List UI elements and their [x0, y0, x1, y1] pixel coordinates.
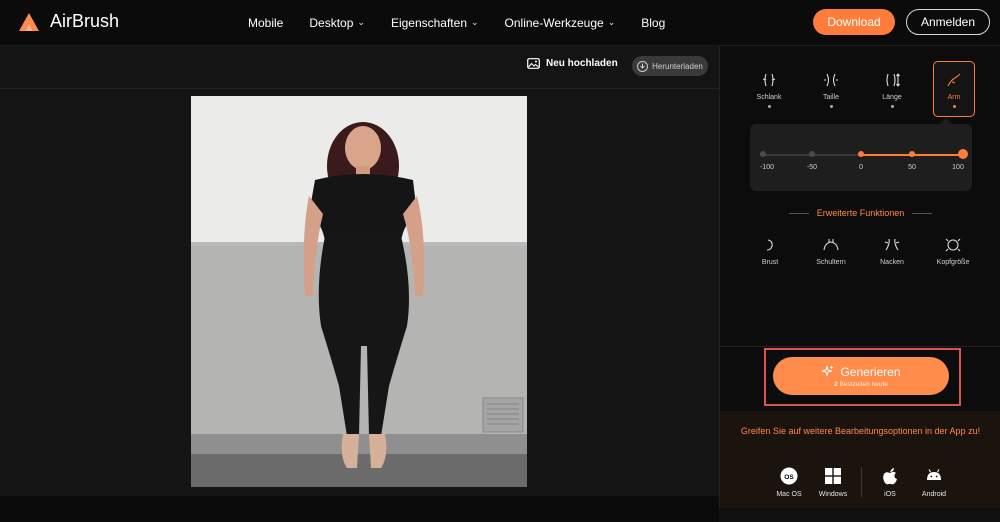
tool-label: Arm: [947, 94, 961, 101]
editor-workspace: Neu hochladen Herunterladen: [0, 46, 719, 522]
platform-label: Android: [921, 491, 947, 498]
airbrush-logo-icon: [19, 12, 39, 31]
login-button[interactable]: Anmelden: [906, 9, 990, 35]
platform-macos[interactable]: OS Mac OS: [765, 467, 813, 498]
download-button[interactable]: Download: [813, 9, 895, 35]
apple-icon: [883, 468, 897, 485]
head-size-icon: [945, 238, 961, 252]
windows-icon: [825, 468, 841, 484]
intensity-slider[interactable]: -100 -50 0 50 100: [750, 118, 972, 191]
generate-label-row: Generieren: [821, 364, 901, 379]
waist-icon: [824, 73, 838, 87]
brand-logo[interactable]: AirBrush: [18, 11, 119, 32]
brand-name: AirBrush: [50, 11, 120, 31]
nav-item-label: Desktop: [309, 15, 354, 30]
slim-body-icon: [762, 73, 776, 87]
advanced-features-title: Erweiterte Funktionen: [720, 208, 1000, 218]
tool-waist[interactable]: Taille: [811, 72, 851, 108]
svg-text:OS: OS: [784, 474, 794, 481]
slider-tick-label: 0: [859, 164, 863, 171]
reshape-panel: Schlank Taille Länge Arm -100 -50 0 50 1…: [719, 46, 1000, 508]
download-icon: [637, 60, 649, 72]
generate-label: Generieren: [840, 364, 901, 379]
reupload-button[interactable]: Neu hochladen: [527, 58, 618, 69]
neck-icon: [884, 238, 900, 251]
platform-label: iOS: [884, 491, 896, 498]
tool-indicator-dot: [829, 105, 833, 108]
arm-icon: [947, 73, 961, 87]
tool-label: Nacken: [880, 259, 904, 266]
tool-arm[interactable]: Arm: [933, 61, 975, 117]
tool-neck[interactable]: Nacken: [872, 237, 912, 266]
editor-toolbar: Neu hochladen Herunterladen: [0, 46, 719, 89]
slider-tick: [909, 151, 915, 157]
generate-count: 2: [834, 380, 838, 388]
person-photo-image: [191, 96, 527, 487]
tool-indicator-dot: [890, 105, 894, 108]
panel-divider: [720, 346, 1000, 347]
tool-head-size[interactable]: Kopfgröße: [933, 237, 973, 266]
platform-label: Mac OS: [776, 491, 802, 498]
nav-item-mobile[interactable]: Mobile: [248, 16, 283, 30]
nav-item-label: Online-Werkzeuge: [504, 15, 604, 30]
slider-tick-label: -50: [806, 164, 818, 171]
edited-photo: [191, 96, 527, 487]
nav-item-online-tools[interactable]: Online-Werkzeuge ⌄: [505, 16, 616, 30]
workspace-bottom-strip: [0, 496, 719, 522]
nav-item-label: Mobile: [248, 15, 284, 30]
tool-shoulders[interactable]: Schultern: [811, 237, 851, 266]
slider-tick-label: 50: [908, 164, 916, 171]
platform-separator: [861, 467, 862, 497]
slider-tick: [809, 151, 815, 157]
platform-label: Windows: [818, 491, 848, 498]
app-promo-section: Greifen Sie auf weitere Bearbeitungsopti…: [720, 411, 1000, 508]
image-upload-icon: [527, 58, 540, 69]
top-navigation-bar: AirBrush Mobile Desktop ⌄ Eigenschaften ⌄ …: [0, 0, 1000, 46]
tool-chest[interactable]: Brust: [750, 237, 790, 266]
app-promo-text: Greifen Sie auf weitere Bearbeitungsopti…: [740, 426, 981, 436]
tool-label: Schlank: [756, 94, 782, 101]
generate-quota-label: Bestzeiten heute: [839, 380, 888, 388]
slider-tick: [760, 151, 766, 157]
tool-label: Taille: [823, 94, 839, 101]
shoulders-icon: [823, 239, 839, 251]
sparkle-icon: [822, 365, 834, 377]
macos-icon: OS: [780, 467, 798, 485]
tool-label: Länge: [882, 94, 902, 101]
chevron-down-icon: ⌄: [471, 17, 479, 27]
chevron-down-icon: ⌄: [607, 17, 616, 27]
nav-item-label: Eigenschaften: [390, 15, 467, 30]
tool-length[interactable]: Länge: [872, 72, 912, 108]
slider-handle[interactable]: [958, 149, 968, 159]
generate-quota: 2 Bestzeiten heute: [834, 381, 888, 388]
download-image-button[interactable]: Herunterladen: [632, 56, 708, 76]
nav-item-desktop[interactable]: Desktop ⌄: [309, 16, 365, 30]
tool-label: Schultern: [816, 259, 846, 266]
tool-indicator-dot: [767, 105, 771, 108]
android-icon: [927, 469, 941, 480]
platform-android[interactable]: Android: [910, 467, 958, 498]
tool-indicator-dot: [952, 105, 956, 108]
platform-ios[interactable]: iOS: [866, 467, 914, 498]
platform-windows[interactable]: Windows: [809, 467, 857, 498]
slider-tick: [858, 151, 864, 157]
tool-label: Kopfgröße: [936, 259, 970, 266]
main-nav: Mobile Desktop ⌄ Eigenschaften ⌄ Online-We…: [248, 0, 691, 45]
nav-item-label: Blog: [641, 15, 666, 30]
nav-item-blog[interactable]: Blog: [641, 16, 665, 30]
chevron-down-icon: ⌄: [357, 17, 365, 27]
download-image-label: Herunterladen: [652, 61, 703, 71]
slider-tick-label: -100: [759, 164, 774, 171]
generate-button[interactable]: Generieren 2 Bestzeiten heute: [773, 357, 949, 395]
chest-icon: [766, 239, 773, 251]
tool-label: Brust: [761, 259, 779, 266]
nav-item-features[interactable]: Eigenschaften ⌄: [391, 16, 479, 30]
slider-tick-label: 100: [952, 164, 964, 171]
tool-slim[interactable]: Schlank: [749, 72, 789, 108]
length-icon: [886, 73, 900, 87]
reupload-label: Neu hochladen: [546, 58, 618, 69]
